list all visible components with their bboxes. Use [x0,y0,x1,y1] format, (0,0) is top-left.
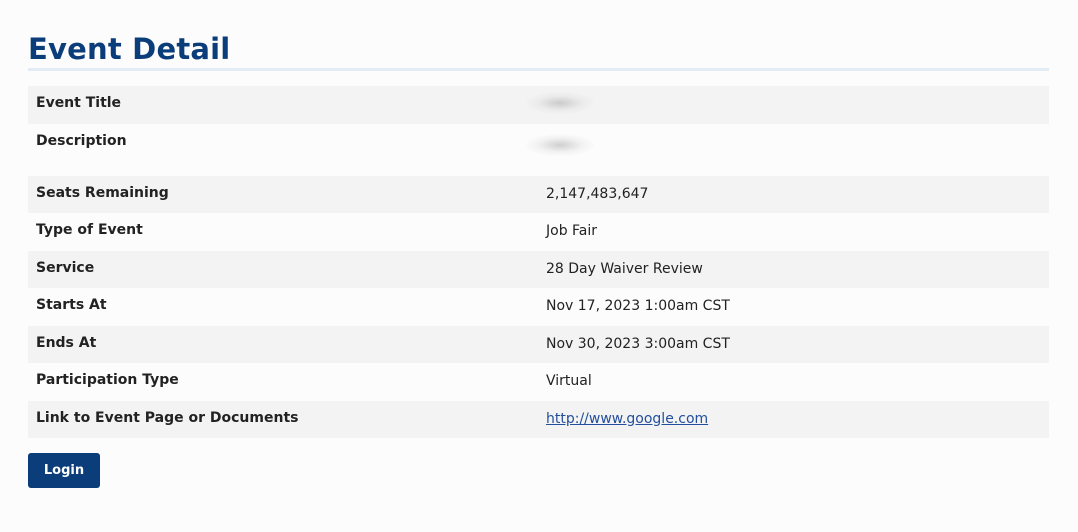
row-type-of-event: Type of Event Job Fair [28,213,1049,251]
row-label: Description [36,132,127,149]
row-value: Virtual [546,373,592,389]
row-seats-remaining: Seats Remaining 2,147,483,647 [28,175,1049,213]
row-label: Participation Type [36,372,179,388]
row-label: Seats Remaining [36,184,169,201]
row-service: Service 28 Day Waiver Review [28,250,1049,288]
row-value [526,124,1049,176]
row-value: 2,147,483,647 [546,185,649,202]
row-event-link: Link to Event Page or Documents http://w… [28,400,1049,439]
row-value: http://www.google.com [538,401,1049,439]
page-title: Event Detail [28,32,231,66]
row-event-title: Event Title [28,86,1049,124]
row-label: Ends At [36,334,97,351]
row-label: Link to Event Page or Documents [36,409,299,426]
row-label: Event Title [36,95,122,111]
row-value: Job Fair [546,223,598,239]
event-detail-page: Event Detail Event Title Description Sea… [28,30,1049,488]
row-ends-at: Ends At Nov 30, 2023 3:00am CST [28,325,1049,363]
title-divider [28,68,1049,71]
row-starts-at: Starts At Nov 17, 2023 1:00am CST [28,288,1049,326]
row-value: Nov 17, 2023 1:00am CST [546,298,730,314]
redacted-value [526,92,594,114]
row-value [526,86,1049,124]
row-label: Type of Event [36,222,143,238]
redacted-value [526,133,594,156]
login-button[interactable]: Login [28,453,100,488]
event-page-link[interactable]: http://www.google.com [546,411,708,427]
row-value: 28 Day Waiver Review [546,260,703,277]
row-label: Starts At [36,297,107,313]
row-participation-type: Participation Type Virtual [28,363,1049,401]
row-label: Service [36,259,95,276]
row-description: Description [28,124,1049,176]
row-value: Nov 30, 2023 3:00am CST [546,335,730,352]
event-detail-table: Event Title Description Seats Remaining … [28,86,1049,438]
